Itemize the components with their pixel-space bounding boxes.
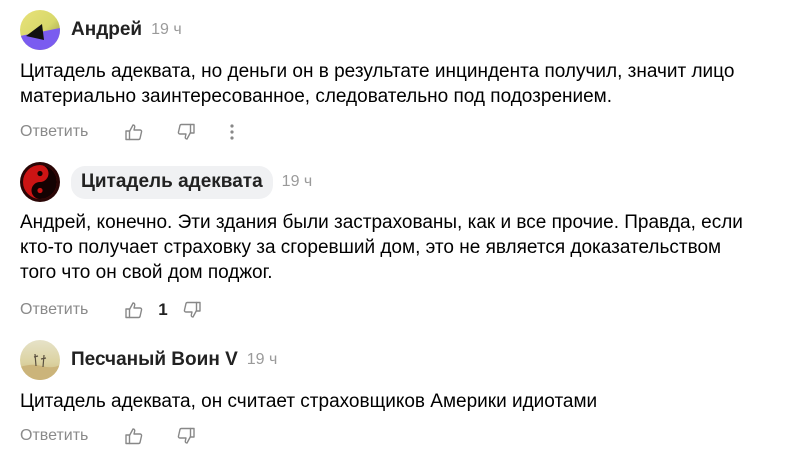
reply-button[interactable]: Ответить bbox=[20, 301, 123, 319]
comment-line: кто-то получает страховку за сгоревший д… bbox=[20, 237, 722, 258]
comment-text: Андрей, конечно. Эти здания были застрах… bbox=[20, 210, 780, 285]
author-name[interactable]: Цитадель адеквата bbox=[71, 165, 273, 199]
gradient-avatar-icon[interactable] bbox=[20, 10, 60, 50]
comment-header: Песчаный Воин V 19 ч bbox=[20, 340, 785, 380]
thumbs-down-icon[interactable] bbox=[181, 299, 203, 321]
yin-yang-avatar-icon[interactable] bbox=[20, 162, 60, 202]
comment-actions: Ответить bbox=[20, 119, 785, 145]
thumbs-up-icon[interactable] bbox=[123, 121, 145, 143]
more-options-icon[interactable] bbox=[221, 121, 243, 143]
comment-time: 19 ч bbox=[281, 173, 313, 190]
comment-header: Цитадель адеквата 19 ч bbox=[20, 162, 785, 202]
desert-avatar-icon[interactable] bbox=[20, 340, 60, 380]
thumbs-down-icon[interactable] bbox=[175, 121, 197, 143]
comment-time: 19 ч bbox=[246, 351, 278, 368]
comment-header: Андрей 19 ч bbox=[20, 10, 785, 50]
thumbs-up-icon[interactable] bbox=[123, 299, 145, 321]
comment-time: 19 ч bbox=[151, 21, 182, 38]
comment-line: материально заинтересованное, следовател… bbox=[20, 86, 613, 107]
comment-line: Андрей, конечно. Эти здания были застрах… bbox=[20, 212, 743, 233]
author-name[interactable]: Песчаный Воин V bbox=[71, 349, 238, 371]
comment-text: Цитадель адеквата, он считает страховщик… bbox=[20, 389, 780, 414]
comment-text: Цитадель адеквата, но деньги он в резуль… bbox=[20, 59, 780, 109]
comment-line: Цитадель адеквата, но деньги он в резуль… bbox=[20, 61, 735, 82]
author-name[interactable]: Андрей bbox=[71, 19, 142, 41]
reply-button[interactable]: Ответить bbox=[20, 427, 123, 445]
comment-2: Цитадель адеквата 19 ч Андрей, конечно. … bbox=[20, 162, 785, 323]
thumbs-down-icon[interactable] bbox=[175, 425, 197, 447]
comment-line: того что он свой дом поджог. bbox=[20, 262, 273, 283]
thumbs-up-icon[interactable] bbox=[123, 425, 145, 447]
comment-actions: Ответить 1 bbox=[20, 297, 785, 323]
comment-line: Цитадель адеквата, он считает страховщик… bbox=[20, 391, 598, 412]
comment-actions: Ответить bbox=[20, 423, 785, 449]
comment-3: Песчаный Воин V 19 ч Цитадель адеквата, … bbox=[20, 340, 785, 449]
reply-button[interactable]: Ответить bbox=[20, 123, 123, 141]
comment-1: Андрей 19 ч Цитадель адеквата, но деньги… bbox=[20, 10, 785, 145]
like-count: 1 bbox=[158, 300, 168, 319]
